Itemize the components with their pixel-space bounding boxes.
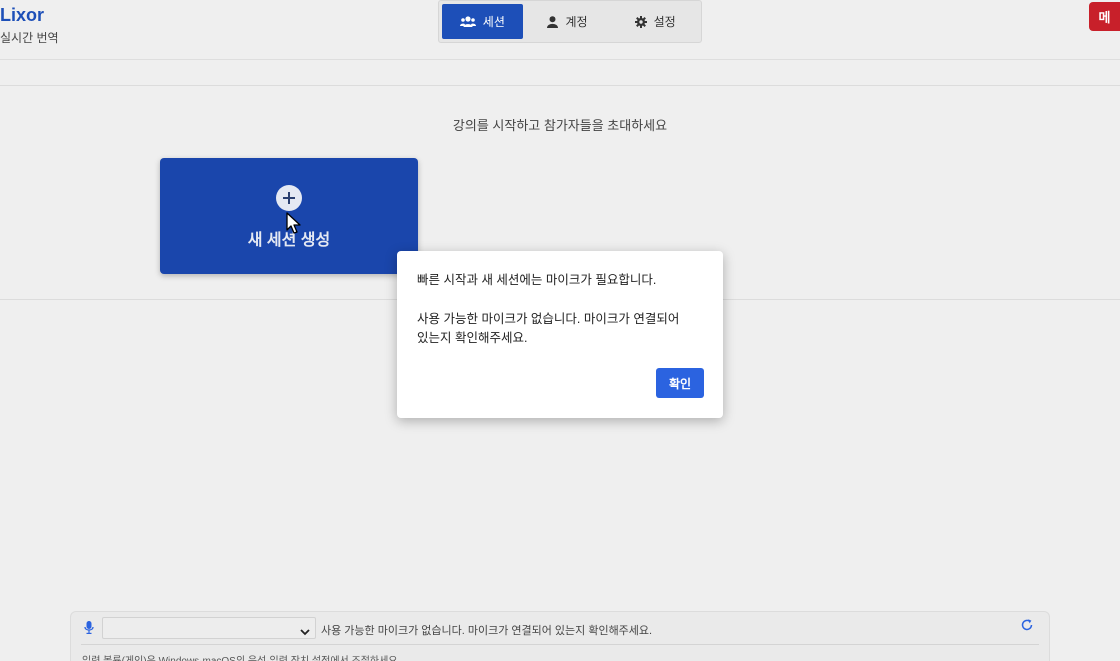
tab-account-label: 계정 <box>565 15 588 29</box>
tab-session[interactable]: 세션 <box>442 4 523 39</box>
app-header: Lixor 실시간 번역 세션 계정 설정 메 <box>0 0 1120 60</box>
refresh-icon[interactable] <box>1020 618 1034 637</box>
main-tabs: 세션 계정 설정 <box>438 0 702 43</box>
mic-required-dialog: 빠른 시작과 새 세션에는 마이크가 필요합니다. 사용 가능한 마이크가 없습… <box>397 251 723 418</box>
brand-title: Lixor <box>0 5 45 25</box>
dialog-message-line: 있는지 확인해주세요. <box>417 331 528 345</box>
dialog-message-line: 사용 가능한 마이크가 없습니다. 마이크가 연결되어 <box>417 312 680 326</box>
microphone-select[interactable] <box>102 617 316 639</box>
chevron-down-icon <box>300 623 310 641</box>
user-icon <box>547 15 559 28</box>
dialog-title: 빠른 시작과 새 세션에는 마이크가 필요합니다. <box>417 273 657 287</box>
dialog-message: 사용 가능한 마이크가 없습니다. 마이크가 연결되어 있는지 확인해주세요. <box>417 310 703 348</box>
tab-settings-label: 설정 <box>653 15 676 29</box>
tab-settings[interactable]: 설정 <box>612 4 698 39</box>
tab-account[interactable]: 계정 <box>523 4 613 39</box>
mouse-cursor-icon <box>286 212 302 240</box>
confirm-button[interactable]: 확인 <box>656 368 704 398</box>
microphone-icon <box>84 621 94 639</box>
user-avatar[interactable]: 메 <box>1089 2 1120 31</box>
tab-session-label: 세션 <box>482 15 505 29</box>
plus-icon <box>276 185 302 211</box>
brand-subtitle: 실시간 번역 <box>0 31 59 45</box>
mic-bar: 사용 가능한 마이크가 없습니다. 마이크가 연결되어 있는지 확인해주세요. … <box>70 611 1050 661</box>
gear-icon <box>634 15 647 28</box>
brand: Lixor 실시간 번역 <box>0 5 59 46</box>
users-icon <box>459 16 476 27</box>
session-prompt: 강의를 시작하고 참가자들을 초대하세요 <box>452 118 668 133</box>
mic-hint-text: 입력 볼륨(게인)은 Windows·macOS의 음성·입력 장치 설정에서 … <box>82 652 400 661</box>
divider <box>81 644 1039 645</box>
mic-status-text: 사용 가능한 마이크가 없습니다. 마이크가 연결되어 있는지 확인해주세요. <box>321 625 653 637</box>
